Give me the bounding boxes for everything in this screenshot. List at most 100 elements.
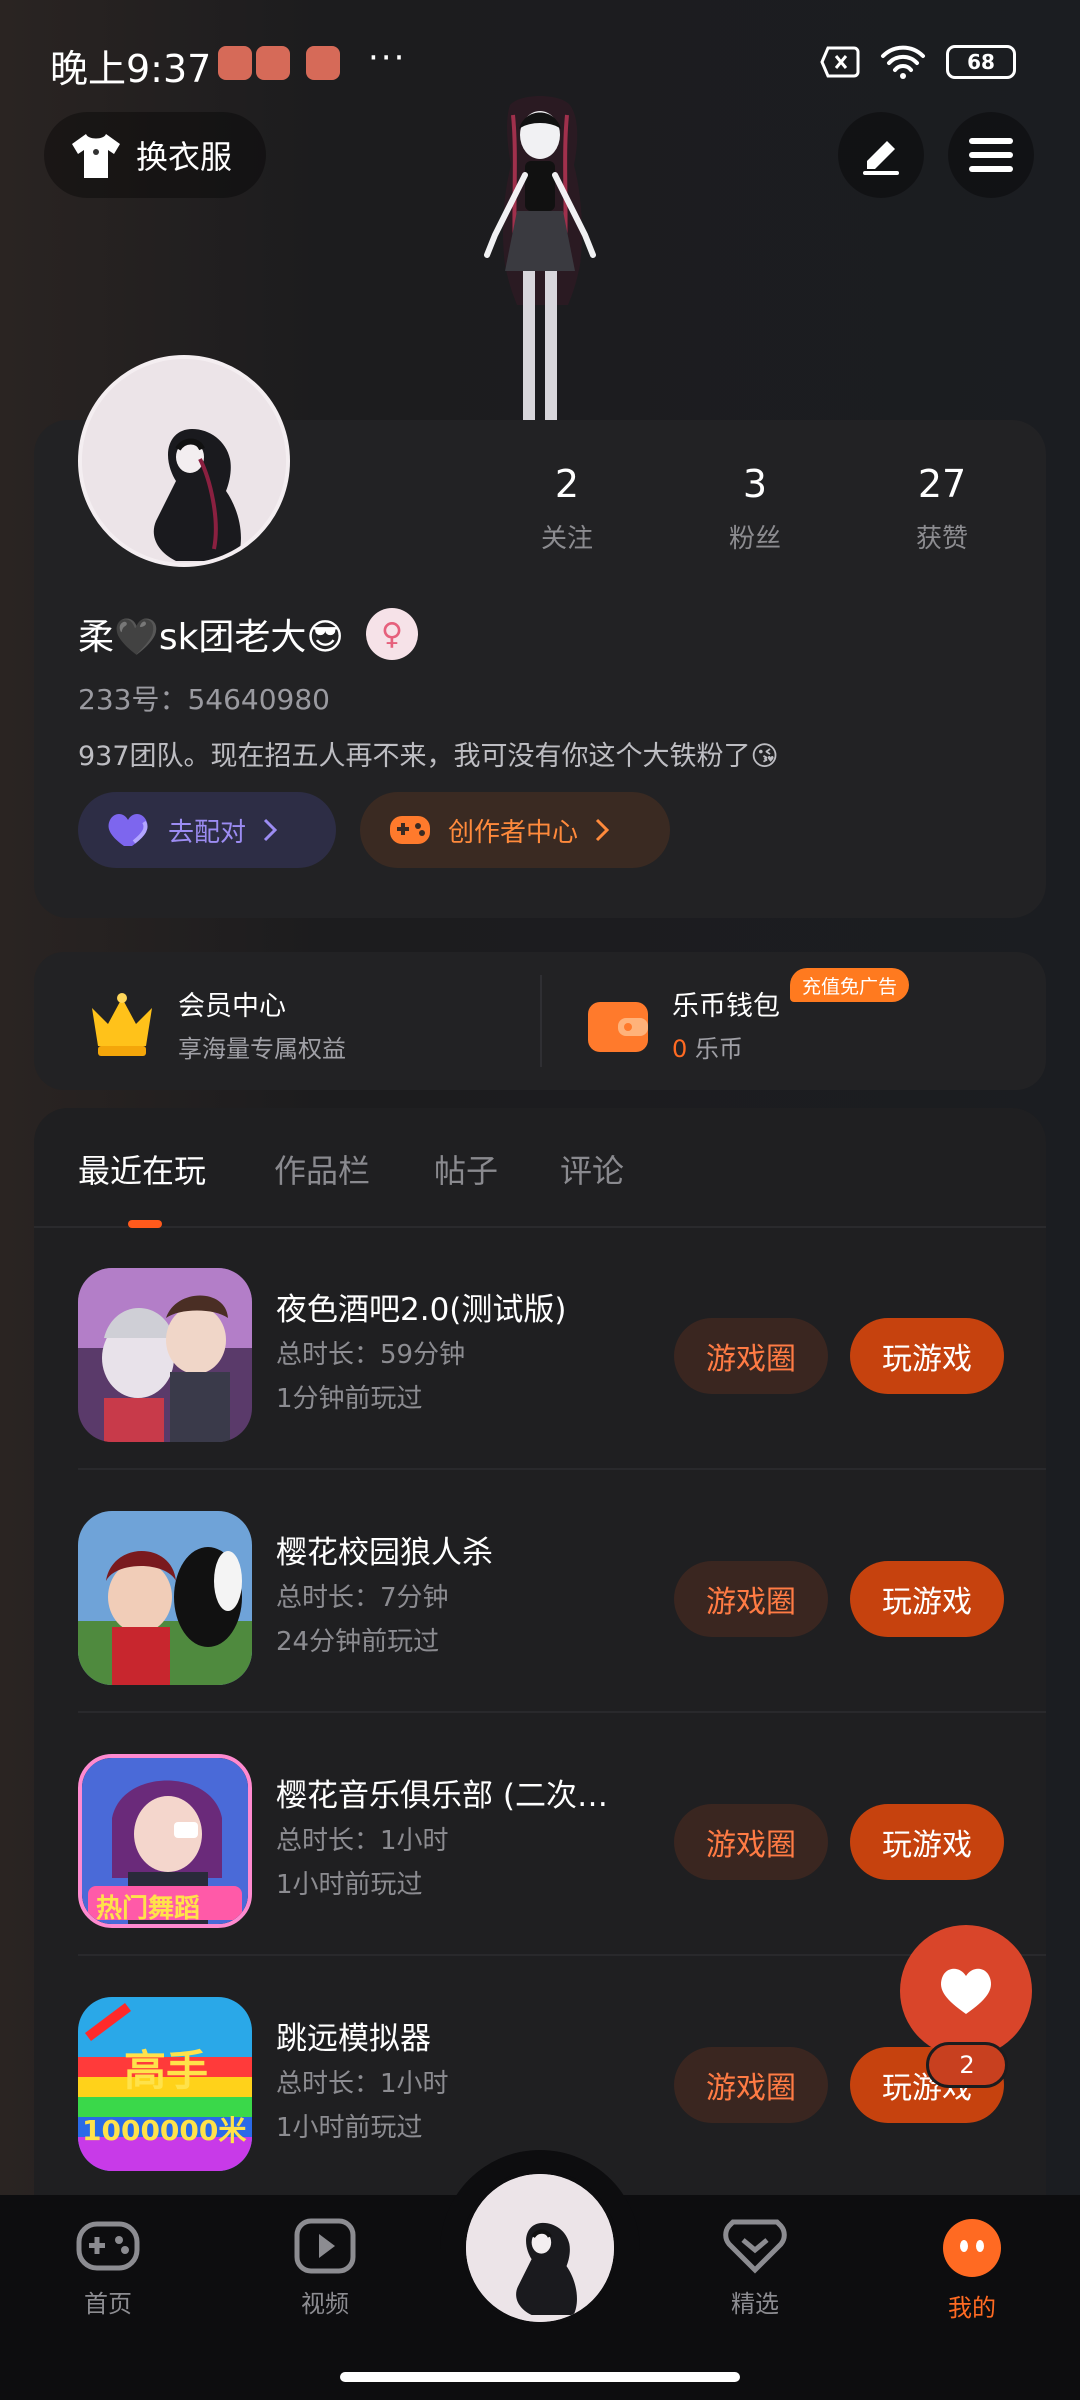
avatar[interactable]	[78, 355, 290, 567]
more-notifications-icon: ···	[368, 38, 407, 78]
edit-button[interactable]	[838, 112, 924, 198]
change-outfit-label: 换衣服	[136, 138, 233, 176]
game-duration: 总时长：1小时	[276, 2069, 449, 2099]
nav-label: 精选	[731, 2290, 779, 2318]
match-button[interactable]: 去配对	[78, 792, 336, 868]
game-last-played: 1小时前玩过	[276, 1870, 423, 1900]
nav-label: 我的	[948, 2294, 996, 2322]
gamepad-icon	[76, 2221, 140, 2271]
notification-icon	[218, 46, 252, 80]
avatar-illustration	[82, 359, 286, 563]
user-id[interactable]: 233号：54640980	[78, 678, 330, 718]
wallet-title: 乐币钱包	[672, 991, 780, 1022]
creator-center-button[interactable]: 创作者中心	[360, 792, 670, 868]
nav-video[interactable]: 视频	[265, 2218, 385, 2319]
tab-recent[interactable]: 最近在玩	[78, 1146, 206, 1192]
gender-female-icon: ♀	[365, 608, 418, 660]
gamepad-icon	[390, 816, 430, 844]
battery-icon: 68	[946, 45, 1016, 79]
avatar-illustration	[466, 2174, 614, 2322]
game-icon-text: 高手	[124, 2046, 209, 2095]
vip-center-entry[interactable]: 会员中心 享海量专属权益	[86, 984, 346, 1064]
menu-button[interactable]	[948, 112, 1034, 198]
smiley-face-icon	[943, 2219, 1001, 2277]
game-circle-button[interactable]: 游戏圈	[674, 1804, 828, 1880]
nav-center-avatar[interactable]	[462, 2170, 618, 2326]
game-last-played: 24分钟前玩过	[276, 1627, 440, 1657]
list-item[interactable]: 夜色酒吧2.0(测试版) 总时长：59分钟 1分钟前玩过 游戏圈 玩游戏	[78, 1228, 1046, 1471]
favorite-fab-button[interactable]	[900, 1925, 1032, 2057]
chevron-right-icon	[263, 818, 278, 842]
bio: 937团队。现在招五人再不来，我可没有你这个大铁粉了😘	[78, 741, 779, 772]
home-indicator[interactable]	[340, 2372, 740, 2382]
sim-off-icon	[820, 46, 860, 78]
game-icon[interactable]: 高手 1000000米	[78, 1997, 252, 2171]
play-game-button[interactable]: 玩游戏	[850, 1561, 1004, 1637]
game-circle-button[interactable]: 游戏圈	[674, 1318, 828, 1394]
heart-icon	[941, 1968, 991, 2014]
tab-posts[interactable]: 帖子	[434, 1146, 498, 1192]
wallet-icon	[588, 1002, 648, 1052]
game-icon[interactable]: 热门舞蹈	[78, 1754, 252, 1928]
coin-amount: 0	[672, 1035, 688, 1063]
vip-subtitle: 享海量专属权益	[178, 1035, 346, 1063]
stat-label: 获赞	[915, 524, 968, 554]
tab-comments[interactable]: 评论	[560, 1146, 624, 1192]
nav-featured[interactable]: 精选	[695, 2218, 815, 2319]
play-game-button[interactable]: 玩游戏	[850, 1318, 1004, 1394]
crown-icon	[92, 993, 152, 1056]
nav-label: 视频	[301, 2290, 349, 2318]
game-name: 夜色酒吧2.0(测试版)	[276, 1292, 567, 1328]
nickname-row: 柔🖤sk团老大😎 ♀	[78, 608, 418, 660]
notification-icon	[306, 46, 340, 80]
stat-followers[interactable]: 3 粉丝	[685, 462, 825, 555]
stat-number: 27	[917, 462, 967, 506]
shirt-icon	[72, 134, 120, 178]
game-icon[interactable]	[78, 1268, 252, 1442]
wallet-entry[interactable]: 乐币钱包 0 乐币	[584, 984, 780, 1064]
stat-label: 关注	[540, 524, 593, 554]
divider	[78, 1468, 1046, 1470]
vip-title: 会员中心	[178, 991, 286, 1022]
game-duration: 总时长：7分钟	[276, 1583, 449, 1613]
list-item[interactable]: 热门舞蹈 樱花音乐俱乐部 (二次… 总时长：1小时 1小时前玩过 游戏圈 玩游戏	[78, 1714, 1046, 1957]
wallet-balance: 0 乐币	[672, 1029, 780, 1064]
divider	[540, 975, 542, 1067]
stat-likes[interactable]: 27 获赞	[872, 462, 1012, 555]
game-circle-button[interactable]: 游戏圈	[674, 2047, 828, 2123]
stat-label: 粉丝	[728, 524, 781, 554]
game-name: 樱花校园狼人杀	[276, 1535, 493, 1571]
game-last-played: 1小时前玩过	[276, 2113, 423, 2143]
tab-works[interactable]: 作品栏	[274, 1146, 370, 1192]
game-name: 跳远模拟器	[276, 2021, 431, 2057]
avatar-figure-illustration[interactable]	[455, 95, 625, 420]
stat-following[interactable]: 2 关注	[497, 462, 637, 555]
tab-indicator	[128, 1220, 162, 1228]
game-circle-button[interactable]: 游戏圈	[674, 1561, 828, 1637]
nav-me[interactable]: 我的	[912, 2218, 1032, 2323]
stat-number: 3	[742, 462, 768, 506]
play-icon	[294, 2218, 356, 2274]
chevron-right-icon	[595, 818, 610, 842]
game-name: 樱花音乐俱乐部 (二次…	[276, 1778, 608, 1814]
stat-number: 2	[554, 462, 580, 506]
nav-home[interactable]: 首页	[48, 2218, 168, 2319]
creator-center-label: 创作者中心	[448, 817, 579, 848]
game-icon-text: 1000000米	[82, 2114, 247, 2147]
game-icon[interactable]	[78, 1511, 252, 1685]
divider	[78, 1711, 1046, 1713]
game-duration: 总时长：59分钟	[276, 1340, 466, 1370]
change-outfit-button[interactable]: 换衣服	[44, 112, 267, 198]
coin-unit: 乐币	[694, 1035, 743, 1063]
list-item[interactable]: 樱花校园狼人杀 总时长：7分钟 24分钟前玩过 游戏圈 玩游戏	[78, 1471, 1046, 1714]
play-game-button[interactable]: 玩游戏	[850, 1804, 1004, 1880]
nickname: 柔🖤sk团老大😎	[78, 617, 344, 658]
wifi-icon	[881, 45, 925, 79]
heart-box-icon	[723, 2219, 787, 2274]
notification-icon	[256, 46, 290, 80]
ad-free-badge: 充值免广告	[790, 968, 910, 1002]
hamburger-icon	[969, 138, 1013, 172]
fab-count-badge: 2	[926, 2042, 1008, 2088]
game-duration: 总时长：1小时	[276, 1826, 449, 1856]
hearts-icon	[108, 814, 148, 846]
